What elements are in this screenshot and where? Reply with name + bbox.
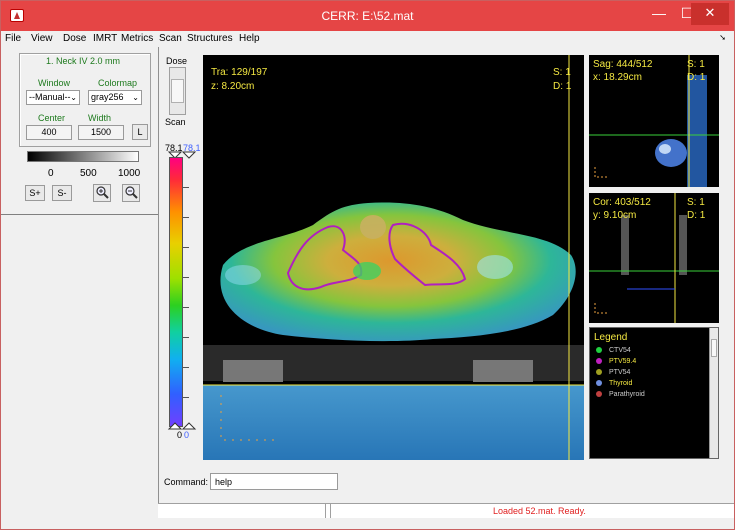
cor-slice-indicator: Cor: 403/512 (593, 197, 651, 208)
legend-title: Legend (594, 332, 628, 343)
window-label: Window (38, 78, 71, 88)
gray-tick-label: 0 (48, 168, 54, 179)
ct-dose-image (203, 55, 584, 460)
gray-tick-label: 500 (80, 168, 97, 179)
menu-view[interactable]: View (31, 33, 53, 44)
center-field[interactable]: 400 (26, 125, 72, 140)
status-segment (326, 504, 331, 518)
legend-item[interactable]: CTV54 (596, 347, 631, 354)
scan-label: Scan (165, 117, 186, 127)
legend-item[interactable]: PTV59.4 (596, 358, 636, 365)
legend-item-label: PTV54 (609, 369, 631, 376)
width-field[interactable]: 1500 (78, 125, 124, 140)
dose-scan-slider[interactable] (169, 67, 186, 115)
window-preset-select[interactable]: --Manual-- ⌄ (26, 90, 80, 105)
sag-scan-indicator: S: 1 (687, 59, 705, 70)
command-label: Command: (164, 477, 209, 487)
legend-item[interactable]: Thyroid (596, 380, 632, 387)
zoom-in-icon (96, 186, 109, 199)
zoom-out-button[interactable] (122, 184, 140, 202)
menu-metrics[interactable]: Metrics (121, 33, 153, 44)
status-message: Loaded 52.mat. Ready. (493, 506, 586, 516)
zoom-out-icon (125, 186, 138, 199)
cor-position: y: 9.10cm (593, 210, 637, 221)
gray-tick-label: 1000 (118, 168, 141, 179)
menu-help[interactable]: Help (239, 33, 260, 44)
colorbar-tick (183, 337, 189, 338)
legend-scrollbar[interactable] (709, 328, 718, 458)
menu-scan[interactable]: Scan (159, 33, 182, 44)
menu-imrt[interactable]: IMRT (93, 33, 117, 44)
status-segment (158, 504, 326, 518)
status-bar: Loaded 52.mat. Ready. (158, 503, 734, 518)
scale-up-button[interactable]: S+ (25, 185, 45, 201)
legend-item-label: Parathyroid (609, 391, 645, 398)
slice-indicator: Tra: 129/197 (211, 67, 268, 78)
colorbar-tick (183, 217, 189, 218)
z-position: z: 8.20cm (211, 81, 255, 92)
lower-limit-handle-icon[interactable] (167, 422, 197, 430)
sag-position: x: 18.29cm (593, 72, 642, 83)
legend-item-label: Thyroid (609, 380, 633, 387)
close-button[interactable]: ✕ (691, 3, 729, 25)
lock-button[interactable]: L (132, 124, 148, 140)
scan-name-label: 1. Neck IV 2.0 mm (46, 56, 121, 66)
chevron-down-icon: ⌄ (132, 93, 139, 102)
slider-thumb[interactable] (171, 79, 184, 103)
cerr-window: CERR: E:\52.mat — ☐ ✕ File View Dose IMR… (0, 0, 735, 530)
scan-controls-box: 1. Neck IV 2.0 mm Window Colormap --Manu… (19, 53, 151, 147)
dose-label: Dose (166, 56, 188, 66)
dose-set-indicator: D: 1 (553, 81, 572, 92)
dose-min-label-blue: 0 (184, 430, 190, 440)
dock-arrow-icon[interactable]: ➘ (719, 33, 726, 42)
scan-set-indicator: S: 1 (553, 67, 571, 78)
legend-item-label: CTV54 (609, 347, 631, 354)
colormap-value: gray256 (91, 92, 124, 102)
structure-color-swatch (596, 391, 602, 398)
coronal-view[interactable]: Cor: 403/512 y: 9.10cm S: 1 D: 1 (589, 193, 719, 323)
structure-legend: Legend CTV54 PTV59.4 PTV54 Thyroid Parat… (589, 327, 719, 459)
legend-item[interactable]: Parathyroid (596, 391, 645, 398)
menu-dose[interactable]: Dose (63, 33, 86, 44)
sag-slice-indicator: Sag: 444/512 (593, 59, 653, 70)
sag-dose-indicator: D: 1 (687, 72, 706, 83)
window-title: CERR: E:\52.mat (321, 9, 414, 23)
colormap-select[interactable]: gray256 ⌄ (88, 90, 142, 105)
structure-color-swatch (596, 347, 602, 354)
width-label: Width (88, 113, 112, 123)
center-label: Center (38, 113, 66, 123)
cor-dose-indicator: D: 1 (687, 210, 706, 221)
title-bar: CERR: E:\52.mat — ☐ ✕ (1, 1, 734, 31)
chevron-down-icon: ⌄ (70, 93, 77, 102)
colorbar-tick (183, 247, 189, 248)
dose-colorbar (169, 157, 183, 427)
zoom-in-button[interactable] (93, 184, 111, 202)
colorbar-tick (183, 277, 189, 278)
scale-down-button[interactable]: S- (52, 185, 72, 201)
command-input[interactable] (210, 473, 338, 490)
menu-bar: File View Dose IMRT Metrics Scan Structu… (1, 31, 734, 47)
grayscale-bar (27, 151, 139, 162)
colorbar-tick (183, 187, 189, 188)
structure-color-swatch (596, 380, 602, 387)
menu-structures[interactable]: Structures (187, 33, 233, 44)
dose-min-label: 0 (177, 430, 183, 440)
legend-item-label: PTV59.4 (609, 358, 637, 365)
legend-item[interactable]: PTV54 (596, 369, 630, 376)
left-control-panel: 1. Neck IV 2.0 mm Window Colormap --Manu… (1, 47, 159, 517)
structure-color-swatch (596, 358, 602, 365)
minimize-button[interactable]: — (645, 3, 673, 25)
colormap-label: Colormap (98, 78, 138, 88)
colorbar-tick (183, 367, 189, 368)
sagittal-view[interactable]: Sag: 444/512 x: 18.29cm S: 1 D: 1 (589, 55, 719, 187)
colorbar-tick (183, 307, 189, 308)
transverse-view[interactable]: Tra: 129/197 z: 8.20cm S: 1 D: 1 (203, 55, 584, 460)
scrollbar-thumb[interactable] (711, 339, 717, 357)
colorbar-tick (183, 397, 189, 398)
panel-divider (1, 214, 158, 215)
menu-file[interactable]: File (5, 33, 21, 44)
structure-color-swatch (596, 369, 602, 376)
window-preset-value: --Manual-- (29, 92, 71, 102)
cor-scan-indicator: S: 1 (687, 197, 705, 208)
